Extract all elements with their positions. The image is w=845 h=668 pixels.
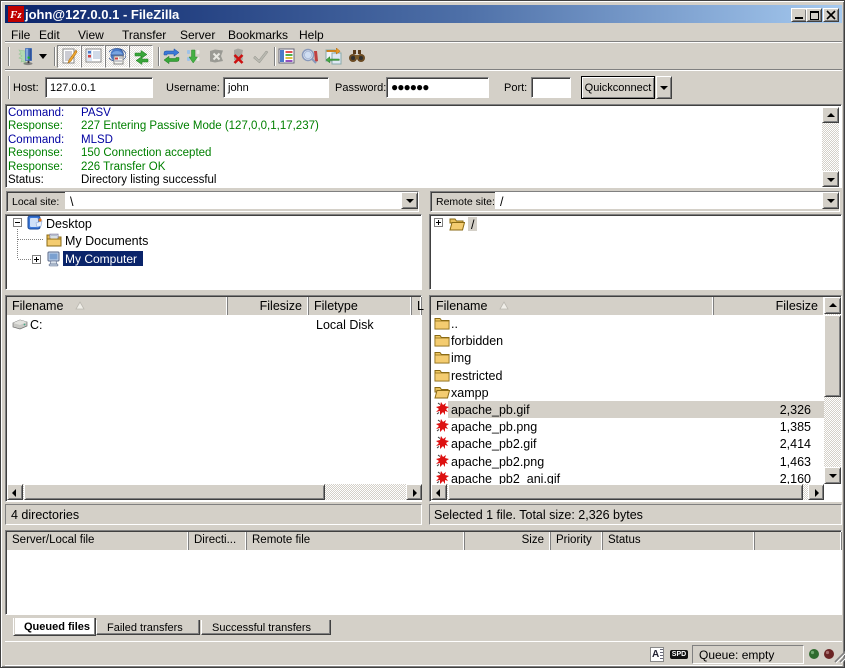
svg-text:Fz: Fz	[9, 9, 22, 21]
